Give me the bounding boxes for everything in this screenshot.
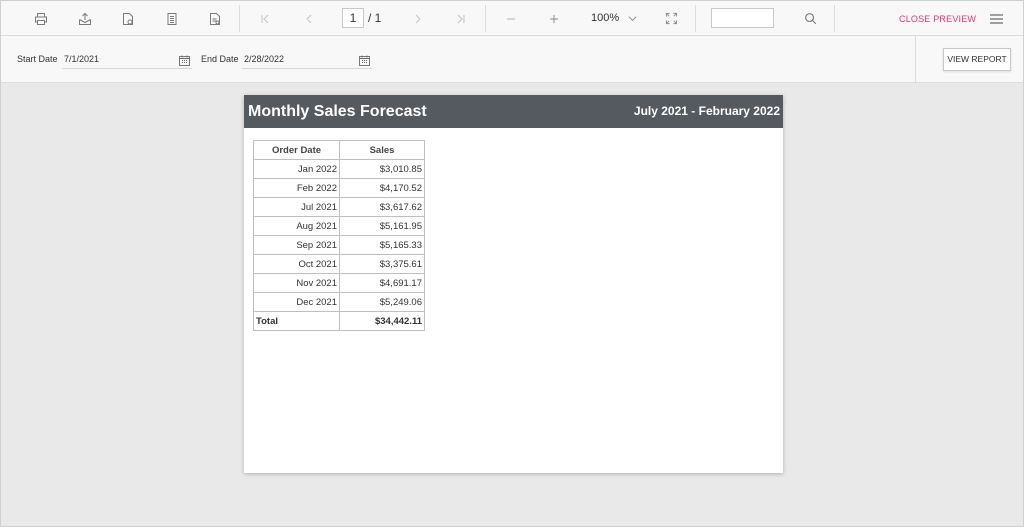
search-icon[interactable] — [798, 1, 822, 36]
column-header: Sales — [339, 140, 425, 160]
start-date-label: Start Date — [17, 54, 58, 64]
report-subtitle: July 2021 - February 2022 — [633, 104, 780, 118]
hamburger-menu-icon[interactable] — [985, 1, 1007, 36]
view-report-button[interactable]: VIEW REPORT — [943, 48, 1011, 71]
divider — [915, 36, 916, 83]
sales-cell: $3,375.61 — [339, 254, 425, 274]
page-setup-icon[interactable] — [116, 1, 140, 36]
order-date-cell: Aug 2021 — [253, 216, 340, 236]
order-date-cell: Sep 2021 — [253, 235, 340, 255]
print-layout-icon[interactable] — [203, 1, 227, 36]
table-row: Feb 2022 $4,170.52 — [253, 178, 425, 198]
zoom-level[interactable]: 100% — [591, 1, 619, 36]
fit-page-icon[interactable] — [659, 1, 683, 36]
first-page-icon — [253, 1, 277, 36]
report-title: Monthly Sales Forecast — [248, 103, 427, 120]
total-row: Total $34,442.11 — [253, 311, 425, 331]
end-date-label: End Date — [201, 54, 239, 64]
report-page: Monthly Sales Forecast July 2021 - Febru… — [244, 95, 783, 473]
zoom-in-icon[interactable] — [542, 1, 566, 36]
sales-cell: $3,010.85 — [339, 159, 425, 179]
previous-page-icon — [297, 1, 321, 36]
sales-cell: $3,617.62 — [339, 197, 425, 217]
order-date-cell: Dec 2021 — [253, 292, 340, 312]
printer-icon[interactable] — [29, 1, 53, 36]
table-row: Oct 2021 $3,375.61 — [253, 254, 425, 274]
sales-cell: $4,170.52 — [339, 178, 425, 198]
current-page-input[interactable]: 1 — [342, 8, 364, 28]
table-row: Jul 2021 $3,617.62 — [253, 197, 425, 217]
table-row: Dec 2021 $5,249.06 — [253, 292, 425, 312]
chevron-down-icon[interactable] — [621, 1, 643, 36]
order-date-cell: Nov 2021 — [253, 273, 340, 293]
table-row: Nov 2021 $4,691.17 — [253, 273, 425, 293]
close-preview-button[interactable]: CLOSE PREVIEW — [899, 1, 976, 36]
total-label: Total — [253, 311, 340, 331]
next-page-icon — [406, 1, 430, 36]
table-header-row: Order Date Sales — [253, 140, 425, 160]
end-date-field[interactable]: 2/28/2022 — [242, 50, 372, 69]
start-date-field[interactable]: 7/1/2021 — [62, 50, 192, 69]
search-input[interactable] — [711, 8, 774, 28]
order-date-cell: Feb 2022 — [253, 178, 340, 198]
report-header: Monthly Sales Forecast July 2021 - Febru… — [244, 95, 783, 128]
sales-table: Order Date Sales Jan 2022 $3,010.85 Feb 2… — [253, 140, 425, 331]
calendar-icon[interactable] — [179, 53, 190, 71]
total-value: $34,442.11 — [339, 311, 425, 331]
order-date-cell: Jan 2022 — [253, 159, 340, 179]
sales-cell: $5,165.33 — [339, 235, 425, 255]
order-date-cell: Jul 2021 — [253, 197, 340, 217]
sales-cell: $5,161.95 — [339, 216, 425, 236]
column-header: Order Date — [253, 140, 340, 160]
export-icon[interactable] — [73, 1, 97, 36]
sales-cell: $4,691.17 — [339, 273, 425, 293]
sales-cell: $5,249.06 — [339, 292, 425, 312]
calendar-icon[interactable] — [359, 53, 370, 71]
toolbar: 1 / 1 100% CLOSE PREVIEW — [1, 1, 1023, 36]
last-page-icon — [449, 1, 473, 36]
zoom-out-icon — [499, 1, 523, 36]
page-icon[interactable] — [160, 1, 184, 36]
table-row: Sep 2021 $5,165.33 — [253, 235, 425, 255]
table-row: Jan 2022 $3,010.85 — [253, 159, 425, 179]
page-total: / 1 — [368, 11, 382, 25]
table-row: Aug 2021 $5,161.95 — [253, 216, 425, 236]
order-date-cell: Oct 2021 — [253, 254, 340, 274]
parameter-bar: Start Date 7/1/2021 End Date 2/28/2022 V… — [1, 36, 1023, 83]
